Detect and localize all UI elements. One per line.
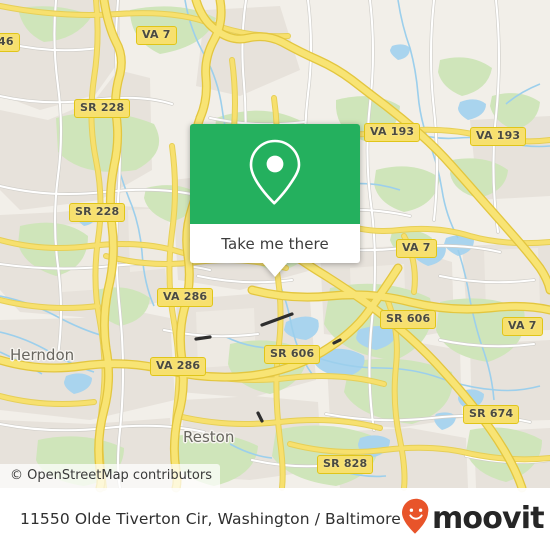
road-shield: VA 193 [470,127,527,146]
road-shield: VA 286 [150,357,207,376]
popup-tail [262,262,288,277]
road-shield: SR 228 [69,203,126,222]
bottom-info-bar: 11550 Olde Tiverton Cir, Washington / Ba… [0,488,550,550]
map-screenshot: 46 VA 7 SR 228 VA 193 VA 193 SR 228 VA 7… [0,0,550,550]
road-shield: SR 606 [380,310,437,329]
road-shield: SR 828 [317,455,374,474]
popup-header [190,124,360,224]
road-shield: VA 193 [364,123,421,142]
place-label-reston: Reston [183,428,235,446]
map-pin-icon [246,137,304,211]
moovit-wordmark: moovit [431,501,545,536]
road-shield: VA 7 [502,317,543,336]
road-shield: SR 606 [264,345,321,364]
place-label-herndon: Herndon [10,346,75,364]
road-shield: VA 7 [396,239,437,258]
road-shield: VA 286 [157,288,214,307]
map-viewport[interactable]: 46 VA 7 SR 228 VA 193 VA 193 SR 228 VA 7… [0,0,550,488]
road-shield: 46 [0,33,20,52]
road-shield: SR 228 [74,99,131,118]
moovit-logo: moovit [401,498,545,541]
address-label: 11550 Olde Tiverton Cir, Washington / Ba… [20,510,401,528]
take-me-there-popup[interactable]: Take me there [190,124,360,277]
road-shield: VA 7 [136,26,177,45]
road-shield: SR 674 [463,405,520,424]
moovit-smiley-pin-icon [401,498,431,541]
osm-attribution[interactable]: © OpenStreetMap contributors [0,464,220,488]
take-me-there-button[interactable]: Take me there [221,235,329,253]
popup-action-bar[interactable]: Take me there [190,224,360,277]
